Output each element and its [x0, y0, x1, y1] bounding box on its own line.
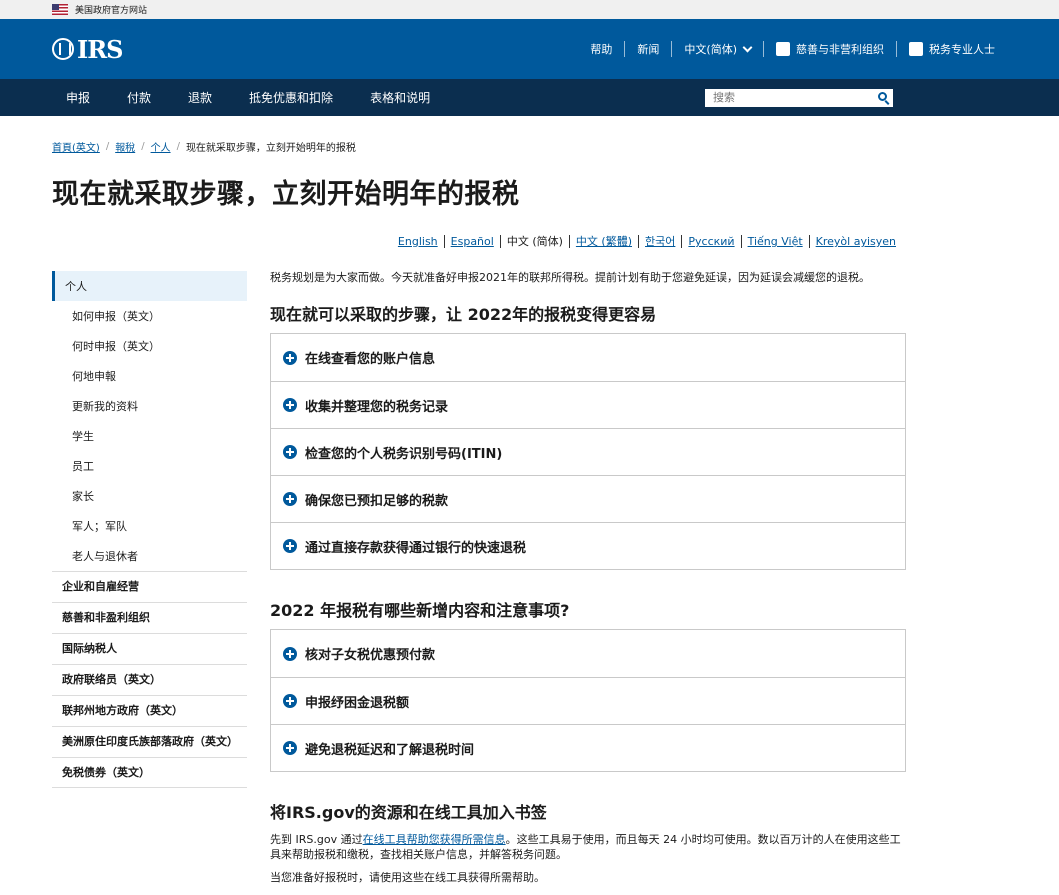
chevron-down-icon — [742, 42, 753, 52]
accordion-item[interactable]: 在线查看您的账户信息 — [271, 334, 905, 381]
language-bar: English Español 中文 (简体) 中文 (繁體) 한국어 Русс… — [392, 235, 902, 248]
search-input[interactable] — [705, 89, 865, 106]
lang-english[interactable]: English — [398, 235, 438, 248]
section3-title: 将IRS.gov的资源和在线工具加入书签 — [270, 803, 547, 822]
lang-russian[interactable]: Русский — [688, 235, 734, 248]
main-content: 税务规划是为大家而做。今天就准备好申报2021年的联邦所得税。提前计划有助于您避… — [270, 271, 906, 885]
page-title: 现在就采取步骤，立刻开始明年的报税 — [52, 179, 520, 210]
breadcrumb-file[interactable]: 報稅 — [115, 139, 135, 154]
sidebar-subitem[interactable]: 员工 — [52, 451, 247, 481]
search-box — [705, 88, 893, 107]
nav-pay[interactable]: 付款 — [127, 89, 151, 106]
sidebar: 个人 如何申报（英文） 何时申报（英文） 何地申報 更新我的资料 学生 员工 家… — [52, 271, 247, 788]
accordion-item[interactable]: 申报纾困金退税额 — [271, 677, 905, 724]
search-icon[interactable] — [878, 91, 887, 101]
top-nav-news[interactable]: 新闻 — [624, 41, 671, 57]
sidebar-subitem[interactable]: 军人；军队 — [52, 511, 247, 541]
nav-file[interactable]: 申报 — [66, 89, 90, 106]
sidebar-subitem[interactable]: 何地申報 — [52, 361, 247, 391]
lang-current: 中文 (简体) — [499, 235, 569, 248]
briefcase-icon — [909, 42, 923, 56]
site-header: IRS 帮助 新闻 中文(简体) 慈善与非营利组织 税务专业人士 — [0, 19, 1059, 79]
accordion-item[interactable]: 确保您已预扣足够的税款 — [271, 475, 905, 522]
nav-refunds[interactable]: 退款 — [188, 89, 212, 106]
breadcrumb-home[interactable]: 首頁(英文) — [52, 139, 100, 154]
sidebar-item[interactable]: 联邦州地方政府（英文） — [52, 695, 247, 726]
accordion-item[interactable]: 避免退税延迟和了解退税时间 — [271, 724, 905, 771]
language-dropdown[interactable]: 中文(简体) — [671, 41, 763, 57]
breadcrumb-current: 现在就采取步骤，立刻开始明年的报税 — [185, 143, 356, 154]
accordion-item[interactable]: 通过直接存款获得通过银行的快速退税 — [271, 522, 905, 569]
gov-banner-text: 美国政府官方网站 — [75, 6, 148, 16]
sidebar-item[interactable]: 慈善和非盈利组织 — [52, 602, 247, 633]
intro-text: 税务规划是为大家而做。今天就准备好申报2021年的联邦所得税。提前计划有助于您避… — [270, 271, 870, 284]
section2-title: 2022 年报税有哪些新增内容和注意事项? — [270, 601, 570, 620]
sidebar-subitem[interactable]: 老人与退休者 — [52, 541, 247, 571]
sidebar-item-individuals[interactable]: 个人 — [52, 271, 247, 301]
nav-forms[interactable]: 表格和说明 — [370, 89, 430, 106]
plus-circle-icon — [283, 398, 297, 412]
plus-circle-icon — [283, 694, 297, 708]
irs-eagle-icon — [52, 38, 74, 60]
accordion-item[interactable]: 收集并整理您的税务记录 — [271, 381, 905, 428]
top-nav: 帮助 新闻 中文(简体) 慈善与非营利组织 税务专业人士 — [578, 41, 1007, 57]
plus-circle-icon — [283, 445, 297, 459]
plus-circle-icon — [283, 741, 297, 755]
nav-credits-deductions[interactable]: 抵免优惠和扣除 — [249, 89, 333, 106]
lang-korean[interactable]: 한국어 — [645, 235, 675, 248]
top-nav-charities[interactable]: 慈善与非营利组织 — [763, 41, 896, 57]
sidebar-subitem[interactable]: 更新我的资料 — [52, 391, 247, 421]
plus-circle-icon — [283, 492, 297, 506]
plus-circle-icon — [283, 350, 297, 365]
us-flag-icon — [52, 4, 68, 15]
gov-banner: 美国政府官方网站 — [0, 0, 1059, 19]
top-nav-help[interactable]: 帮助 — [578, 41, 624, 57]
tools-paragraph: 先到 IRS.gov 通过在线工具帮助您获得所需信息。这些工具易于使用，而且每天… — [270, 833, 901, 861]
sidebar-item[interactable]: 美洲原住印度氏族部落政府（英文） — [52, 726, 247, 757]
sidebar-subitem[interactable]: 如何申报（英文） — [52, 301, 247, 331]
section1-title: 现在就可以采取的步骤，让 2022年的报税变得更容易 — [270, 305, 657, 324]
sidebar-subitem[interactable]: 何时申报（英文） — [52, 331, 247, 361]
irs-logo[interactable]: IRS — [52, 35, 124, 64]
ready-paragraph: 当您准备好报税时，请使用这些在线工具获得所需帮助。 — [270, 871, 545, 884]
lang-haitian-creole[interactable]: Kreyòl ayisyen — [816, 235, 896, 248]
sidebar-item[interactable]: 免税债券（英文） — [52, 757, 247, 788]
lang-vietnamese[interactable]: Tiếng Việt — [748, 235, 803, 248]
online-tools-link[interactable]: 在线工具帮助您获得所需信息 — [363, 833, 506, 846]
top-nav-tax-pros[interactable]: 税务专业人士 — [896, 41, 1007, 57]
sidebar-item[interactable]: 企业和自雇经营 — [52, 571, 247, 602]
sidebar-subitem[interactable]: 家长 — [52, 481, 247, 511]
accordion-item[interactable]: 检查您的个人税务识别号码(ITIN) — [271, 428, 905, 475]
sidebar-subitem[interactable]: 学生 — [52, 421, 247, 451]
breadcrumb-individuals[interactable]: 个人 — [151, 139, 171, 154]
accordion-2: 核对子女税优惠预付款 申报纾困金退税额 避免退税延迟和了解退税时间 — [270, 629, 906, 772]
lang-spanish[interactable]: Español — [451, 235, 494, 248]
sidebar-item[interactable]: 政府联络员（英文） — [52, 664, 247, 695]
sidebar-item[interactable]: 国际纳税人 — [52, 633, 247, 664]
plus-circle-icon — [283, 539, 297, 553]
breadcrumb: 首頁(英文) / 報稅 / 个人 / 现在就采取步骤，立刻开始明年的报税 — [52, 139, 356, 154]
handshake-icon — [776, 42, 790, 56]
plus-circle-icon — [283, 646, 297, 661]
lang-chinese-traditional[interactable]: 中文 (繁體) — [576, 235, 632, 248]
accordion-item[interactable]: 核对子女税优惠预付款 — [271, 630, 905, 677]
main-nav: 申报 付款 退款 抵免优惠和扣除 表格和说明 — [0, 79, 1059, 116]
accordion-1: 在线查看您的账户信息 收集并整理您的税务记录 检查您的个人税务识别号码(ITIN… — [270, 333, 906, 570]
